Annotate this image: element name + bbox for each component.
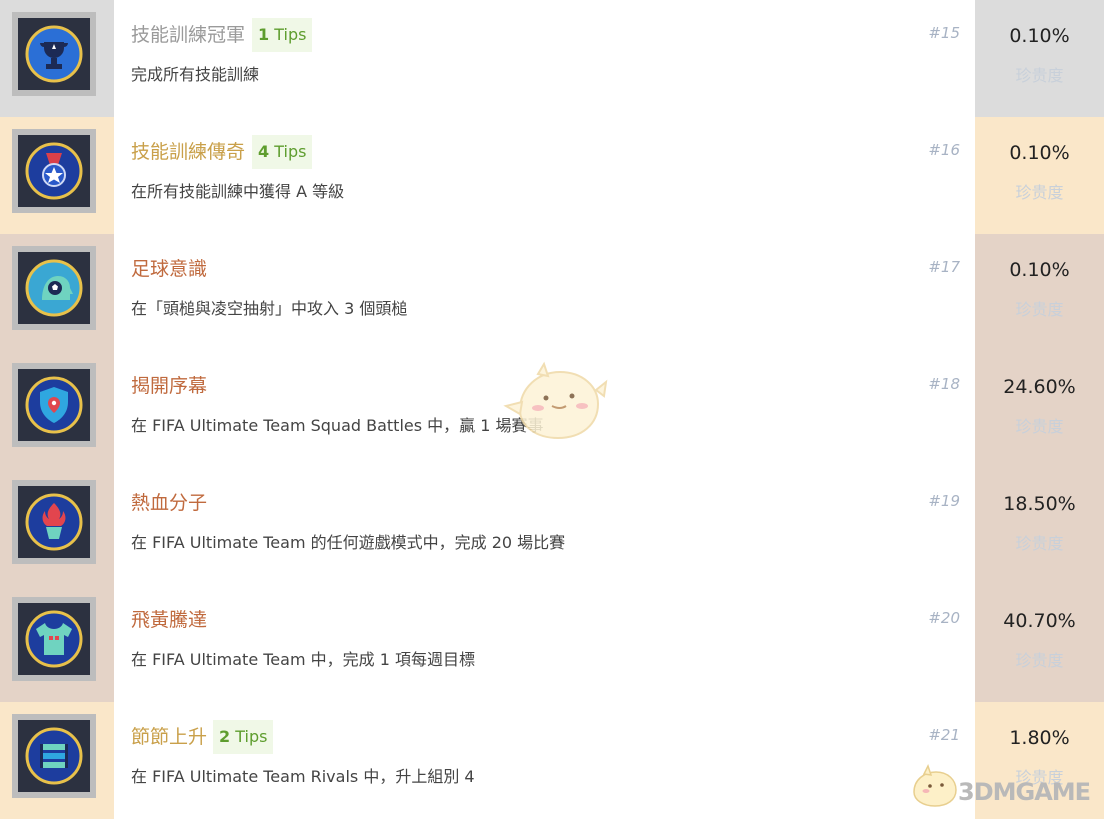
achievement-rank: #16 [928,141,960,159]
achievement-percent: 40.70% [1003,610,1076,632]
tips-count: 4 [258,142,270,161]
achievement-description: 在 FIFA Ultimate Team 中，完成 1 項每週目標 [131,650,475,669]
torch-icon [12,480,96,564]
head-ball-icon [12,246,96,330]
row-band-right [975,117,1104,234]
achievement-rank: #15 [928,24,960,42]
tips-badge[interactable]: 2 Tips [213,720,274,754]
row-body [114,0,975,117]
achievement-row[interactable]: 熱血分子 在 FIFA Ultimate Team 的任何遊戲模式中，完成 20… [0,468,1104,585]
achievement-rank: #21 [928,726,960,744]
achievement-description: 在 FIFA Ultimate Team 的任何遊戲模式中，完成 20 場比賽 [131,533,566,552]
achievement-rank: #20 [928,609,960,627]
tips-label: Tips [274,142,307,161]
medal-star-icon [12,129,96,213]
tips-count: 2 [219,727,231,746]
row-band-right [975,468,1104,585]
achievement-percent: 0.10% [1009,142,1070,164]
achievement-row[interactable]: 飛黃騰達 在 FIFA Ultimate Team 中，完成 1 項每週目標 #… [0,585,1104,702]
achievement-title[interactable]: 揭開序幕 [131,373,207,399]
achievement-title[interactable]: 節節上升 [131,724,207,750]
row-body [114,117,975,234]
rarity-label: 珍贵度 [1015,651,1064,670]
shield-icon [12,363,96,447]
achievement-row[interactable]: 技能訓練傳奇 4 Tips 在所有技能訓練中獲得 A 等級 #16 0.10% … [0,117,1104,234]
row-band-right [975,0,1104,117]
achievement-rank: #18 [928,375,960,393]
tips-label: Tips [274,25,307,44]
achievement-percent: 18.50% [1003,493,1076,515]
jersey-icon [12,597,96,681]
tips-label: Tips [235,727,268,746]
achievement-rank: #19 [928,492,960,510]
achievement-percent: 0.10% [1009,25,1070,47]
achievement-percent: 24.60% [1003,376,1076,398]
achievement-title[interactable]: 熱血分子 [131,490,207,516]
achievement-description: 在 FIFA Ultimate Team Rivals 中，升上組別 4 [131,767,475,786]
mascot-watermark [503,361,608,440]
tips-count: 1 [258,25,270,44]
achievement-description: 在 FIFA Ultimate Team Squad Battles 中，贏 1… [131,416,544,435]
achievement-row[interactable]: 足球意識 在「頭槌與凌空抽射」中攻入 3 個頭槌 #17 0.10% 珍贵度 [0,234,1104,351]
achievement-percent: 0.10% [1009,259,1070,281]
row-body [114,234,975,351]
achievement-description: 在所有技能訓練中獲得 A 等級 [131,182,345,201]
row-body [114,468,975,585]
tips-badge[interactable]: 4 Tips [252,135,313,169]
achievement-rank: #17 [928,258,960,276]
achievement-description: 完成所有技能訓練 [131,65,260,84]
achievement-title[interactable]: 足球意識 [131,256,207,282]
achievement-title[interactable]: 飛黃騰達 [131,607,207,633]
stairs-icon [12,714,96,798]
achievement-title[interactable]: 技能訓練冠軍 [131,22,245,48]
rarity-label: 珍贵度 [1015,417,1064,436]
row-body [114,585,975,702]
rarity-label: 珍贵度 [1015,66,1064,85]
trophy-icon [12,12,96,96]
achievement-title[interactable]: 技能訓練傳奇 [131,139,245,165]
tips-badge[interactable]: 1 Tips [252,18,313,52]
watermark-text: 3DMGAME [958,778,1091,806]
row-band-right [975,585,1104,702]
achievement-percent: 1.80% [1009,727,1070,749]
achievement-description: 在「頭槌與凌空抽射」中攻入 3 個頭槌 [131,299,408,318]
row-band-right [975,351,1104,468]
rarity-label: 珍贵度 [1015,183,1064,202]
achievement-row[interactable]: 技能訓練冠軍 1 Tips 完成所有技能訓練 #15 0.10% 珍贵度 [0,0,1104,117]
rarity-label: 珍贵度 [1015,300,1064,319]
row-band-right [975,234,1104,351]
rarity-label: 珍贵度 [1015,534,1064,553]
